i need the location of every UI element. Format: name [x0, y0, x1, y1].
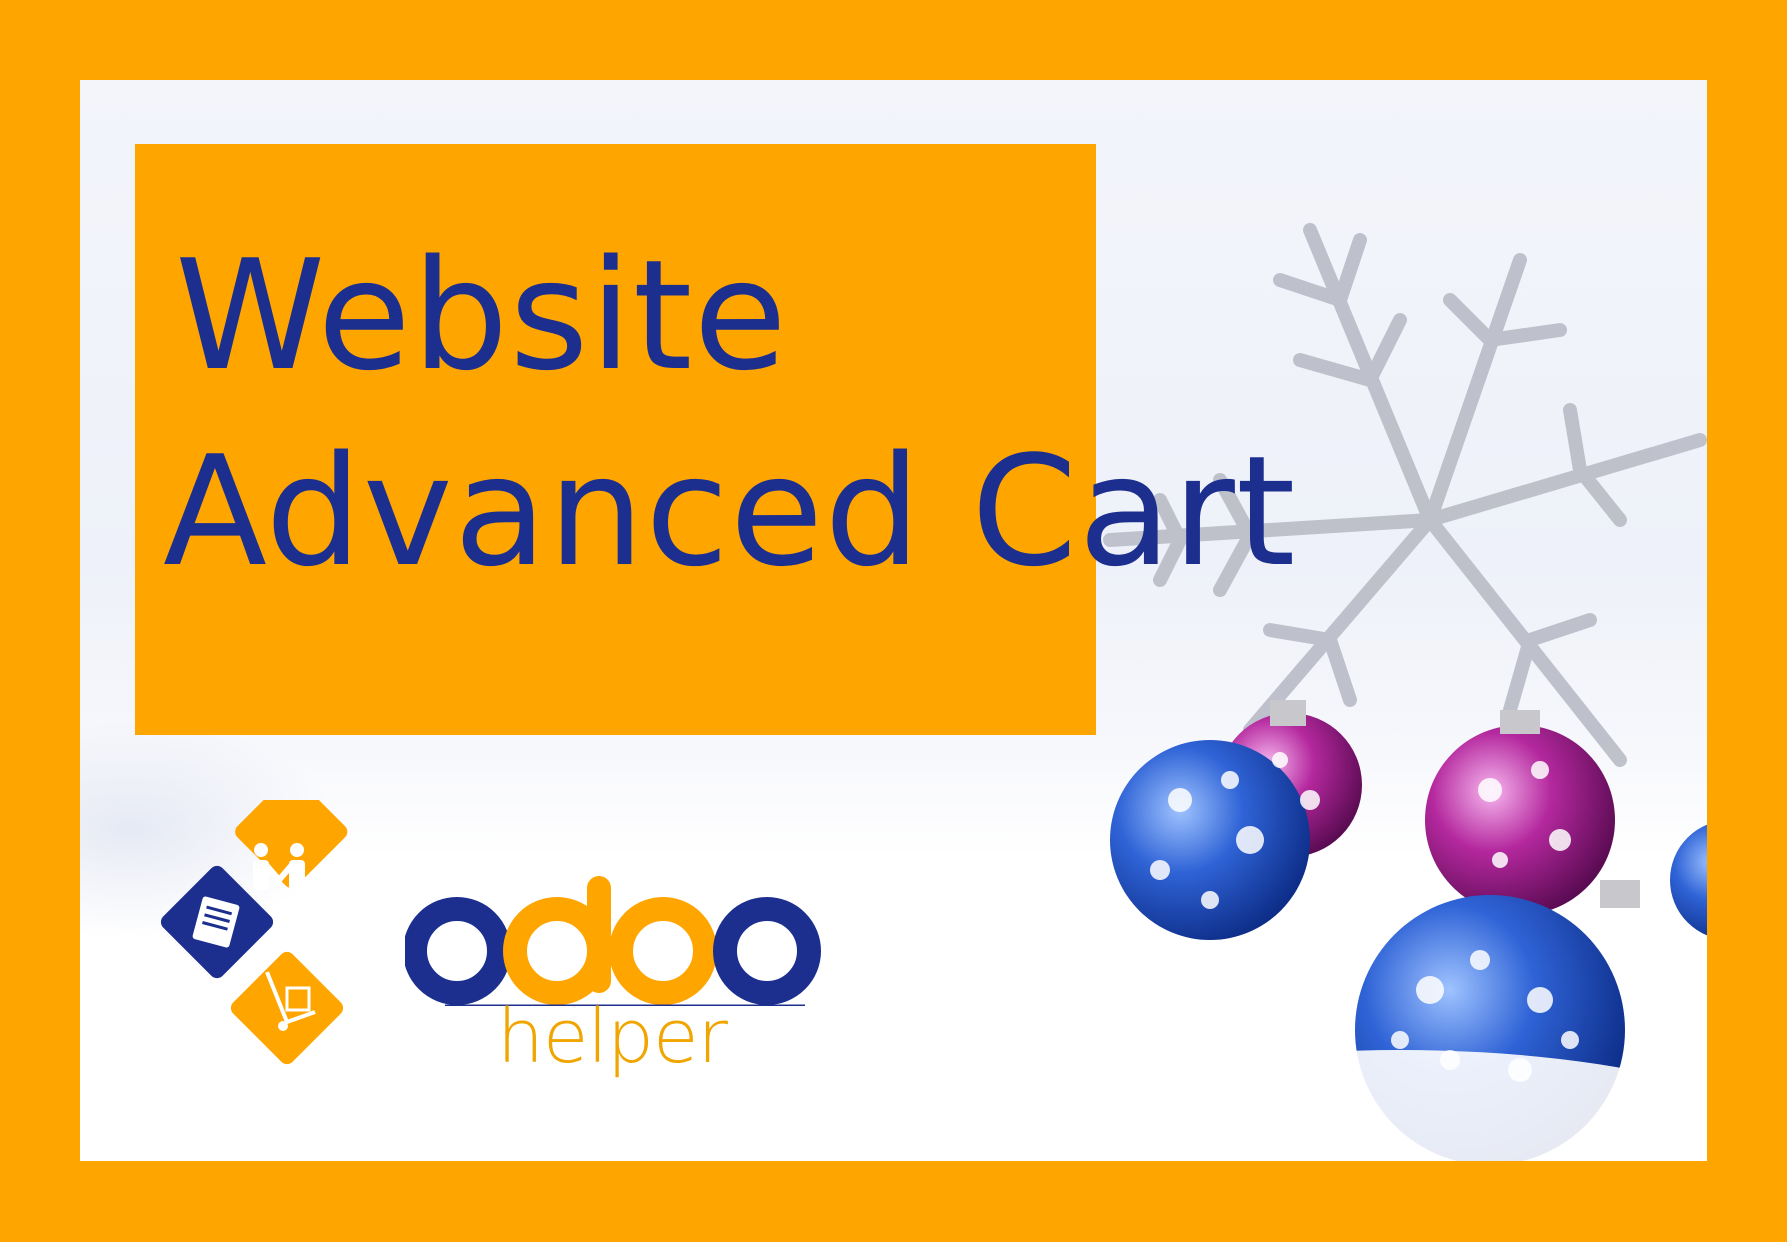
orange-frame: Website Advanced Cart helper: [0, 0, 1787, 1242]
title-advanced-cart: Advanced Cart: [163, 423, 1297, 600]
people-icon: [235, 800, 348, 890]
title-website: Website: [175, 227, 788, 404]
logo-tagline: helper: [497, 994, 728, 1080]
odoo-wordmark-image: [405, 876, 821, 1006]
christmas-decoration-image: [1100, 223, 1707, 1161]
logo-diamonds: [160, 800, 348, 1065]
title-box: Website Advanced Cart: [135, 144, 1295, 735]
banner-canvas: Website Advanced Cart helper: [80, 80, 1707, 1161]
odoo-wordmark: [405, 876, 821, 1005]
odoo-helper-logo: helper: [155, 800, 821, 1100]
hand-truck-icon: [230, 951, 344, 1065]
